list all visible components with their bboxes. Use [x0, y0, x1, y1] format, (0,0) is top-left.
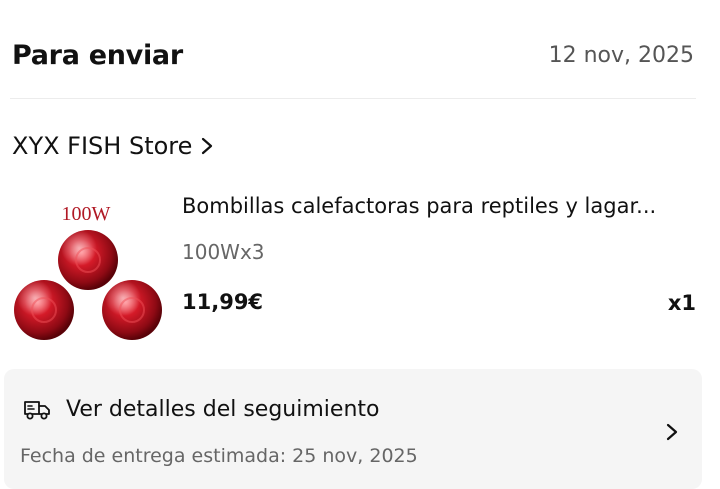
product-image-label: 100W	[62, 203, 111, 225]
bulb-top	[58, 230, 118, 290]
order-status-header: Para enviar 12 nov, 2025	[12, 30, 694, 80]
product-title[interactable]: Bombillas calefactoras para reptiles y l…	[182, 194, 702, 218]
order-status-title: Para enviar	[12, 39, 183, 71]
chevron-right-icon	[202, 137, 213, 155]
delivery-estimate: Fecha de entrega estimada: 25 nov, 2025	[20, 445, 418, 467]
tracking-header: Ver detalles del seguimiento	[22, 395, 379, 423]
product-variant: 100Wx3	[182, 240, 265, 264]
product-image[interactable]: 100W	[8, 192, 168, 344]
chevron-right-icon	[666, 423, 678, 441]
product-quantity: x1	[667, 291, 696, 315]
truck-icon	[24, 401, 50, 420]
bulb-left	[14, 280, 74, 340]
section-divider	[10, 98, 696, 99]
order-date: 12 nov, 2025	[548, 42, 694, 68]
store-name: XYX FISH Store	[12, 132, 193, 160]
product-price: 11,99€	[182, 290, 264, 314]
tracking-details-card[interactable]: Ver detalles del seguimiento Fecha de en…	[4, 369, 702, 489]
bulb-right	[102, 280, 162, 340]
store-link[interactable]: XYX FISH Store	[12, 126, 216, 166]
tracking-details-label: Ver detalles del seguimiento	[66, 396, 380, 422]
